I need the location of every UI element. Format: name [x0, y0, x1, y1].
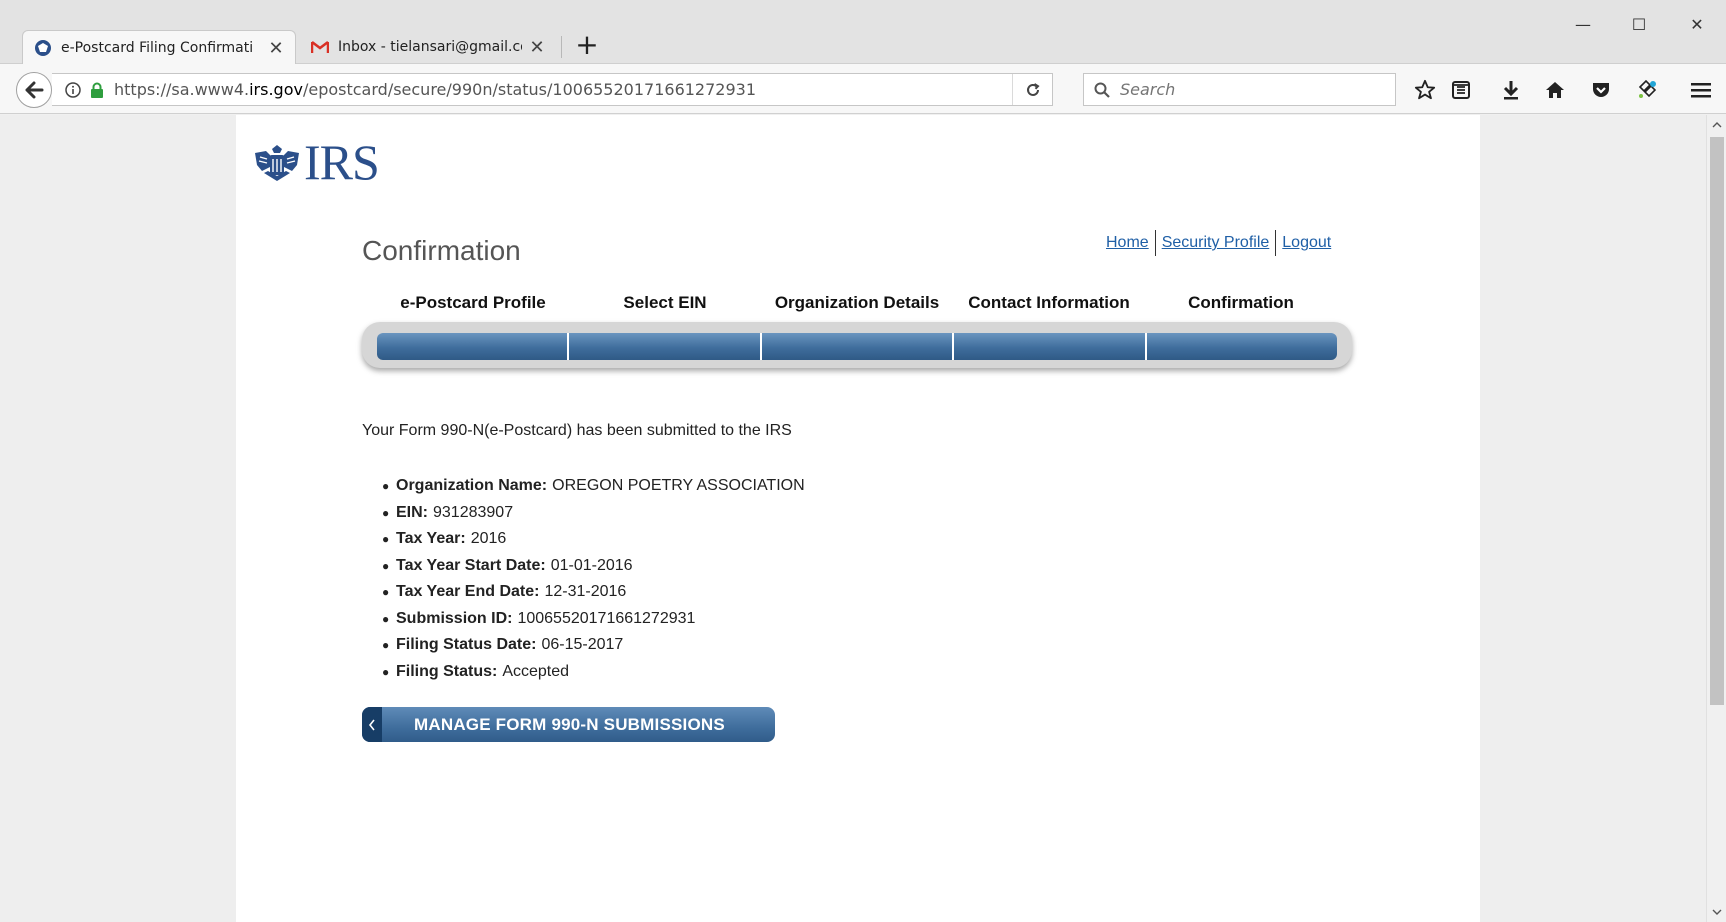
progress-segment [761, 333, 955, 360]
gmail-icon [310, 37, 330, 57]
detail-value: 10065520171661272931 [517, 609, 696, 627]
tab-separator [561, 36, 562, 58]
close-icon[interactable]: ✕ [528, 37, 546, 58]
search-bar[interactable] [1083, 73, 1396, 106]
list-item: ● Submission ID: 10065520171661272931 [382, 609, 696, 627]
irs-logo-text: IRS [304, 134, 380, 190]
browser-titlebar: e-Postcard Filing Confirmati ✕ Inbox - t… [0, 0, 1726, 65]
download-icon[interactable] [1496, 76, 1526, 104]
detail-value: OREGON POETRY ASSOCIATION [552, 477, 805, 495]
detail-label: Organization Name: [396, 477, 548, 495]
progress-segment [1146, 333, 1337, 360]
close-icon[interactable]: ✕ [267, 38, 285, 59]
scrollbar-thumb[interactable] [1710, 137, 1724, 705]
list-item: ● Organization Name: OREGON POETRY ASSOCIA… [382, 477, 805, 495]
lock-icon [88, 81, 106, 99]
step-label-contact-information: Contact Information [968, 293, 1130, 312]
bookmark-star-icon[interactable] [1410, 76, 1440, 104]
vertical-scrollbar[interactable] [1706, 115, 1726, 922]
detail-value: 01-01-2016 [550, 556, 633, 574]
back-button[interactable] [16, 72, 52, 108]
list-item: ● Filing Status: Accepted [382, 662, 570, 680]
tab-title: Inbox - tielansari@gmail.con [338, 39, 522, 55]
detail-label: EIN: [396, 503, 428, 521]
page-container: IRS Confirmation Home Security Profile L… [236, 115, 1480, 922]
step-label-epostcard-profile: e-Postcard Profile [400, 293, 546, 312]
manage-submissions-button[interactable]: MANAGE FORM 990-N SUBMISSIONS [362, 707, 775, 742]
logout-link[interactable]: Logout [1276, 234, 1337, 252]
close-window-button[interactable]: ✕ [1672, 10, 1722, 40]
scroll-down-icon[interactable] [1707, 902, 1726, 922]
home-icon[interactable] [1540, 76, 1570, 104]
new-tab-button[interactable]: + [574, 31, 600, 61]
list-item: ● EIN: 931283907 [382, 503, 514, 521]
url-text[interactable]: https://sa.www4.irs.gov/epostcard/secure… [114, 80, 756, 99]
browser-navbar: https://sa.www4.irs.gov/epostcard/secure… [0, 64, 1726, 114]
step-label-confirmation: Confirmation [1188, 293, 1294, 312]
detail-label: Tax Year End Date: [396, 583, 540, 601]
page-viewport: IRS Confirmation Home Security Profile L… [0, 115, 1706, 922]
pocket-icon[interactable] [1586, 76, 1616, 104]
progress-segment [954, 333, 1147, 360]
progress-track [362, 322, 1352, 368]
list-item: ● Tax Year Start Date: 01-01-2016 [382, 556, 633, 574]
info-icon[interactable] [62, 79, 84, 101]
scroll-up-icon[interactable] [1707, 115, 1726, 135]
page-title: Confirmation [362, 235, 521, 266]
progress-steps: e-Postcard Profile Select EIN Organizati… [362, 293, 1352, 368]
extension-icon[interactable] [1632, 76, 1662, 104]
home-link[interactable]: Home [1100, 234, 1155, 252]
irs-eagle-icon [33, 38, 53, 58]
detail-label: Filing Status: [396, 662, 498, 680]
detail-label: Tax Year Start Date: [396, 556, 546, 574]
tab-title: e-Postcard Filing Confirmati [61, 40, 254, 56]
url-bar[interactable]: https://sa.www4.irs.gov/epostcard/secure… [52, 73, 1053, 106]
step-label-select-ein: Select EIN [623, 293, 707, 312]
step-labels: e-Postcard Profile Select EIN Organizati… [362, 293, 1352, 313]
detail-label: Filing Status Date: [396, 636, 537, 654]
list-item: ● Tax Year End Date: 12-31-2016 [382, 583, 627, 601]
irs-logo[interactable]: IRS [252, 133, 380, 191]
progress-segment [377, 333, 570, 360]
menu-icon[interactable] [1686, 76, 1716, 104]
url-prefix: https://sa.www4. [114, 80, 250, 99]
url-path: /epostcard/secure/990n/status/1006552017… [302, 80, 756, 99]
top-links: Home Security Profile Logout [1100, 230, 1337, 256]
back-arrow-icon [25, 81, 44, 99]
detail-value: 06-15-2017 [541, 636, 624, 654]
detail-value: 2016 [470, 530, 507, 548]
submitted-message: Your Form 990-N(e-Postcard) has been sub… [362, 422, 792, 439]
tab-epostcard[interactable]: e-Postcard Filing Confirmati ✕ [22, 30, 296, 65]
submission-details: ● Organization Name: OREGON POETRY ASSOCIA… [382, 473, 805, 685]
detail-value: 931283907 [433, 503, 514, 521]
progress-bar [377, 333, 1337, 360]
reload-icon[interactable] [1012, 74, 1052, 105]
chevron-left-icon [362, 707, 382, 742]
step-label-organization-details: Organization Details [774, 293, 940, 312]
progress-segment [569, 333, 762, 360]
detail-label: Tax Year: [396, 530, 466, 548]
url-host: irs.gov [249, 80, 303, 99]
irs-eagle-icon [255, 145, 299, 181]
search-icon [1094, 80, 1114, 100]
tab-gmail[interactable]: Inbox - tielansari@gmail.con ✕ [300, 30, 556, 64]
detail-value: 12-31-2016 [544, 583, 627, 601]
detail-label: Submission ID: [396, 609, 513, 627]
search-input[interactable] [1120, 80, 1380, 99]
manage-submissions-label: MANAGE FORM 990-N SUBMISSIONS [414, 714, 725, 734]
list-item: ● Filing Status Date: 06-15-2017 [382, 636, 624, 654]
maximize-button[interactable]: ☐ [1614, 10, 1664, 40]
security-profile-link[interactable]: Security Profile [1156, 234, 1276, 252]
minimize-button[interactable]: — [1558, 10, 1608, 40]
detail-value: Accepted [502, 662, 570, 680]
reading-list-icon[interactable] [1446, 76, 1476, 104]
list-item: ● Tax Year: 2016 [382, 530, 507, 548]
